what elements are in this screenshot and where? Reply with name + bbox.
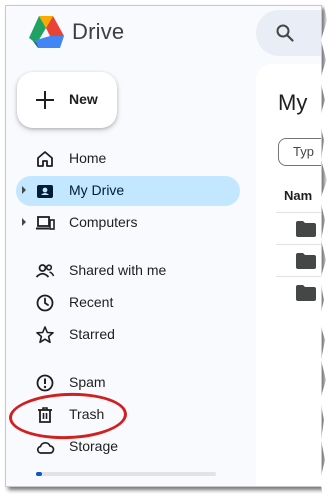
sidebar-item-label: Storage [69,438,119,454]
sidebar-item-label: My Drive [69,182,125,198]
sidebar-item-home[interactable]: Home [16,144,240,174]
sidebar-item-my-drive[interactable]: My Drive [16,176,240,206]
sidebar-item-label: Recent [69,294,114,310]
folder-icon [296,253,316,269]
shared-icon [35,264,55,278]
sidebar-item-computers[interactable]: Computers [16,208,240,238]
sidebar-item-label: Shared with me [69,262,167,278]
sidebar-item-starred[interactable]: Starred [16,320,240,350]
main-content: My Typ Nam [256,64,321,486]
sidebar-item-spam[interactable]: Spam [16,368,240,398]
sidebar-item-label: Computers [69,214,138,230]
folder-icon [296,285,316,301]
expand-caret-icon[interactable] [22,218,26,226]
my-drive-icon [37,185,53,198]
search-button[interactable] [256,10,321,56]
cloud-icon [36,441,55,454]
clock-icon [36,294,54,312]
column-header-name[interactable]: Nam [284,188,312,203]
search-icon [276,24,294,42]
expand-caret-icon[interactable] [22,186,26,194]
app-brand[interactable]: Drive [72,19,124,45]
new-button[interactable]: New [17,72,117,128]
computers-icon [36,216,55,230]
storage-usage-fill [36,472,42,476]
sidebar-item-label: Starred [69,326,115,342]
sidebar-item-shared-with-me[interactable]: Shared with me [16,256,240,286]
sidebar-item-label: Home [69,150,107,166]
type-filter-label: Typ [293,144,314,159]
home-icon [37,151,53,167]
new-button-label: New [69,91,98,107]
torn-edge-decoration [319,0,335,496]
drive-logo-icon[interactable] [26,14,66,50]
folder-icon [296,221,316,237]
drive-window: Drive New Home My Drive Computers Shared… [5,5,322,487]
storage-usage-bar [36,472,216,476]
spam-icon [36,374,54,392]
sidebar-item-label: Spam [69,374,106,390]
page-title: My [278,90,308,115]
star-icon [36,326,54,344]
plus-icon [36,91,54,109]
sidebar-item-recent[interactable]: Recent [16,288,240,318]
